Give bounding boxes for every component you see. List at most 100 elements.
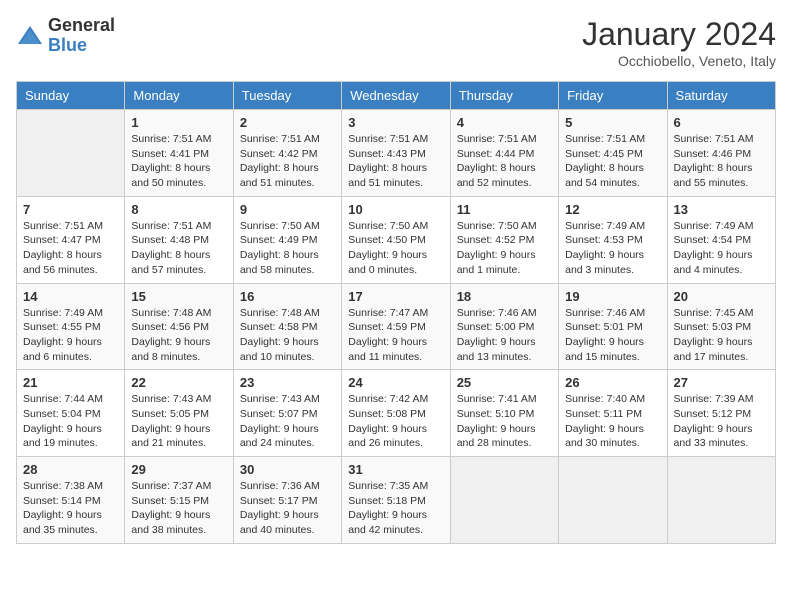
day-info: Sunrise: 7:47 AM Sunset: 4:59 PM Dayligh… [348,306,443,365]
location-subtitle: Occhiobello, Veneto, Italy [582,53,776,69]
week-row-3: 14 Sunrise: 7:49 AM Sunset: 4:55 PM Dayli… [17,283,776,370]
day-number: 28 [23,462,118,477]
calendar-cell: 10 Sunrise: 7:50 AM Sunset: 4:50 PM Dayli… [342,196,450,283]
calendar-body: 1 Sunrise: 7:51 AM Sunset: 4:41 PM Daylig… [17,110,776,544]
day-of-week-wednesday: Wednesday [342,82,450,110]
calendar-cell: 15Sunrise: 7:48 AM Sunset: 4:56 PM Dayli… [125,283,233,370]
day-info: Sunrise: 7:49 AM Sunset: 4:54 PM Dayligh… [674,219,769,278]
calendar-cell: 17Sunrise: 7:47 AM Sunset: 4:59 PM Dayli… [342,283,450,370]
day-number: 20 [674,289,769,304]
day-number: 7 [23,202,118,217]
day-number: 9 [240,202,335,217]
logo-blue: Blue [48,36,115,56]
day-info: Sunrise: 7:50 AM Sunset: 4:49 PM Dayligh… [240,219,335,278]
day-number: 1 [131,115,226,130]
day-info: Sunrise: 7:51 AM Sunset: 4:48 PM Dayligh… [131,219,226,278]
day-of-week-sunday: Sunday [17,82,125,110]
day-number: 5 [565,115,660,130]
day-info: Sunrise: 7:46 AM Sunset: 5:01 PM Dayligh… [565,306,660,365]
day-info: Sunrise: 7:51 AM Sunset: 4:45 PM Dayligh… [565,132,660,191]
day-info: Sunrise: 7:50 AM Sunset: 4:52 PM Dayligh… [457,219,552,278]
day-info: Sunrise: 7:51 AM Sunset: 4:42 PM Dayligh… [240,132,335,191]
calendar-cell: 7 Sunrise: 7:51 AM Sunset: 4:47 PM Daylig… [17,196,125,283]
title-block: January 2024 Occhiobello, Veneto, Italy [582,16,776,69]
calendar-cell: 14 Sunrise: 7:49 AM Sunset: 4:55 PM Dayli… [17,283,125,370]
day-number: 24 [348,375,443,390]
day-of-week-friday: Friday [559,82,667,110]
calendar-cell: 29 Sunrise: 7:37 AM Sunset: 5:15 PM Dayli… [125,457,233,544]
day-of-week-thursday: Thursday [450,82,558,110]
page-header: General Blue January 2024 Occhiobello, V… [16,16,776,69]
day-number: 13 [674,202,769,217]
day-of-week-monday: Monday [125,82,233,110]
calendar-cell [450,457,558,544]
calendar-cell: 26Sunrise: 7:40 AM Sunset: 5:11 PM Dayli… [559,370,667,457]
calendar-cell [17,110,125,197]
day-number: 18 [457,289,552,304]
calendar-cell: 3Sunrise: 7:51 AM Sunset: 4:43 PM Daylig… [342,110,450,197]
day-number: 16 [240,289,335,304]
day-of-week-tuesday: Tuesday [233,82,341,110]
calendar-cell: 30Sunrise: 7:36 AM Sunset: 5:17 PM Dayli… [233,457,341,544]
calendar-cell: 5 Sunrise: 7:51 AM Sunset: 4:45 PM Daylig… [559,110,667,197]
day-info: Sunrise: 7:51 AM Sunset: 4:47 PM Dayligh… [23,219,118,278]
calendar-table: SundayMondayTuesdayWednesdayThursdayFrid… [16,81,776,544]
day-number: 12 [565,202,660,217]
calendar-cell: 19 Sunrise: 7:46 AM Sunset: 5:01 PM Dayli… [559,283,667,370]
day-number: 29 [131,462,226,477]
day-number: 6 [674,115,769,130]
logo-text: General Blue [48,16,115,56]
calendar-cell [559,457,667,544]
calendar-cell: 24Sunrise: 7:42 AM Sunset: 5:08 PM Dayli… [342,370,450,457]
day-number: 11 [457,202,552,217]
calendar-cell: 6 Sunrise: 7:51 AM Sunset: 4:46 PM Daylig… [667,110,775,197]
day-number: 31 [348,462,443,477]
day-info: Sunrise: 7:51 AM Sunset: 4:46 PM Dayligh… [674,132,769,191]
day-info: Sunrise: 7:35 AM Sunset: 5:18 PM Dayligh… [348,479,443,538]
day-info: Sunrise: 7:51 AM Sunset: 4:41 PM Dayligh… [131,132,226,191]
day-info: Sunrise: 7:36 AM Sunset: 5:17 PM Dayligh… [240,479,335,538]
day-info: Sunrise: 7:49 AM Sunset: 4:53 PM Dayligh… [565,219,660,278]
calendar-cell: 22Sunrise: 7:43 AM Sunset: 5:05 PM Dayli… [125,370,233,457]
day-number: 10 [348,202,443,217]
calendar-cell: 8 Sunrise: 7:51 AM Sunset: 4:48 PM Daylig… [125,196,233,283]
calendar-cell: 2 Sunrise: 7:51 AM Sunset: 4:42 PM Daylig… [233,110,341,197]
day-number: 27 [674,375,769,390]
day-info: Sunrise: 7:38 AM Sunset: 5:14 PM Dayligh… [23,479,118,538]
day-number: 2 [240,115,335,130]
day-info: Sunrise: 7:48 AM Sunset: 4:58 PM Dayligh… [240,306,335,365]
day-info: Sunrise: 7:39 AM Sunset: 5:12 PM Dayligh… [674,392,769,451]
day-info: Sunrise: 7:43 AM Sunset: 5:07 PM Dayligh… [240,392,335,451]
day-info: Sunrise: 7:49 AM Sunset: 4:55 PM Dayligh… [23,306,118,365]
calendar-cell: 31 Sunrise: 7:35 AM Sunset: 5:18 PM Dayli… [342,457,450,544]
day-number: 8 [131,202,226,217]
day-number: 14 [23,289,118,304]
logo-general: General [48,16,115,36]
day-info: Sunrise: 7:46 AM Sunset: 5:00 PM Dayligh… [457,306,552,365]
day-number: 21 [23,375,118,390]
day-info: Sunrise: 7:48 AM Sunset: 4:56 PM Dayligh… [131,306,226,365]
day-info: Sunrise: 7:37 AM Sunset: 5:15 PM Dayligh… [131,479,226,538]
day-number: 25 [457,375,552,390]
calendar-cell: 12 Sunrise: 7:49 AM Sunset: 4:53 PM Dayli… [559,196,667,283]
day-info: Sunrise: 7:44 AM Sunset: 5:04 PM Dayligh… [23,392,118,451]
day-number: 4 [457,115,552,130]
calendar-cell: 25Sunrise: 7:41 AM Sunset: 5:10 PM Dayli… [450,370,558,457]
logo-icon [16,22,44,50]
day-info: Sunrise: 7:45 AM Sunset: 5:03 PM Dayligh… [674,306,769,365]
day-info: Sunrise: 7:51 AM Sunset: 4:43 PM Dayligh… [348,132,443,191]
day-number: 22 [131,375,226,390]
calendar-cell: 1 Sunrise: 7:51 AM Sunset: 4:41 PM Daylig… [125,110,233,197]
day-info: Sunrise: 7:50 AM Sunset: 4:50 PM Dayligh… [348,219,443,278]
calendar-cell: 13 Sunrise: 7:49 AM Sunset: 4:54 PM Dayli… [667,196,775,283]
calendar-cell: 9 Sunrise: 7:50 AM Sunset: 4:49 PM Daylig… [233,196,341,283]
week-row-1: 1 Sunrise: 7:51 AM Sunset: 4:41 PM Daylig… [17,110,776,197]
calendar-cell: 4Sunrise: 7:51 AM Sunset: 4:44 PM Daylig… [450,110,558,197]
calendar-header: SundayMondayTuesdayWednesdayThursdayFrid… [17,82,776,110]
day-number: 19 [565,289,660,304]
calendar-cell: 27 Sunrise: 7:39 AM Sunset: 5:12 PM Dayli… [667,370,775,457]
day-info: Sunrise: 7:40 AM Sunset: 5:11 PM Dayligh… [565,392,660,451]
day-number: 23 [240,375,335,390]
calendar-cell: 20 Sunrise: 7:45 AM Sunset: 5:03 PM Dayli… [667,283,775,370]
week-row-4: 21 Sunrise: 7:44 AM Sunset: 5:04 PM Dayli… [17,370,776,457]
